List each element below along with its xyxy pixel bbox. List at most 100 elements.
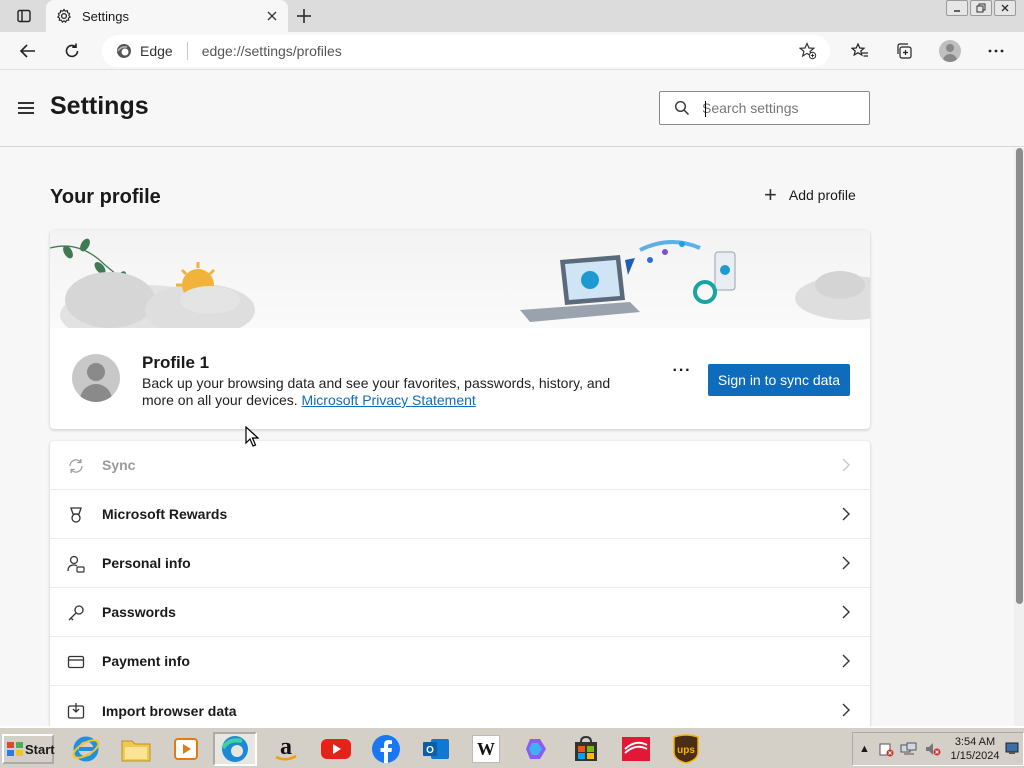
wikipedia-icon[interactable]: W bbox=[464, 732, 508, 766]
profile-button[interactable] bbox=[936, 37, 964, 65]
menu-hamburger-icon[interactable] bbox=[18, 99, 38, 115]
chevron-right-icon bbox=[838, 505, 854, 523]
start-button[interactable]: Start bbox=[2, 734, 55, 764]
tab-close-button[interactable] bbox=[260, 4, 284, 28]
text-caret bbox=[705, 101, 706, 117]
minimize-icon bbox=[954, 10, 960, 12]
clock-time: 3:54 AM bbox=[954, 736, 996, 748]
banner-art-icon bbox=[50, 238, 870, 345]
tray-network-icon[interactable] bbox=[900, 741, 918, 757]
profile-info: Profile 1 Back up your browsing data and… bbox=[50, 328, 870, 429]
list-item-label: Sync bbox=[102, 457, 136, 473]
close-window-button[interactable] bbox=[994, 0, 1016, 16]
add-icon: + bbox=[764, 182, 777, 207]
tab-settings[interactable]: Settings bbox=[46, 0, 288, 32]
browser-toolbar: Edge edge://settings/profiles bbox=[0, 32, 1024, 70]
chevron-right-icon bbox=[838, 554, 854, 572]
svg-text:a: a bbox=[280, 734, 292, 760]
tray-security-icon[interactable] bbox=[878, 741, 894, 757]
main-content: Your profile + Add profile Profile 1 Bac… bbox=[0, 148, 1014, 726]
clock[interactable]: 3:54 AM 1/15/2024 bbox=[945, 735, 1005, 763]
privacy-statement-link[interactable]: Microsoft Privacy Statement bbox=[302, 392, 476, 408]
window-controls bbox=[946, 0, 1016, 16]
profile-description: Back up your browsing data and see your … bbox=[142, 375, 632, 409]
chevron-right-icon bbox=[838, 652, 854, 670]
sign-in-sync-button[interactable]: Sign in to sync data bbox=[708, 364, 850, 396]
list-item-label: Microsoft Rewards bbox=[102, 506, 228, 522]
chevron-right-icon bbox=[838, 701, 854, 719]
plus-icon bbox=[297, 9, 311, 23]
youtube-icon[interactable] bbox=[314, 732, 358, 766]
microsoft-store-icon[interactable] bbox=[564, 732, 608, 766]
edge-taskbar-icon[interactable] bbox=[213, 732, 257, 766]
svg-text:O: O bbox=[426, 745, 434, 756]
windows-flag-icon bbox=[7, 742, 23, 756]
profile-settings-list: Sync Microsoft Rewards Personal info Pas… bbox=[50, 441, 870, 726]
profile-avatar-icon bbox=[939, 40, 961, 62]
section-heading: Your profile bbox=[50, 186, 161, 208]
taskbar: Start a O W ups ▲ 3:54 AM 1/15/2024 bbox=[0, 726, 1024, 768]
list-item-passwords[interactable]: Passwords bbox=[50, 588, 870, 637]
page-scrollbar[interactable] bbox=[1014, 148, 1024, 726]
search-settings-input[interactable] bbox=[702, 100, 852, 116]
close-window-icon bbox=[1001, 4, 1009, 12]
key-icon bbox=[66, 603, 86, 623]
add-favorite-button[interactable] bbox=[796, 39, 820, 63]
amazon-icon[interactable]: a bbox=[264, 732, 308, 766]
chevron-right-icon bbox=[838, 456, 854, 474]
copilot-icon[interactable] bbox=[514, 732, 558, 766]
facebook-icon[interactable] bbox=[364, 732, 408, 766]
tab-actions-icon bbox=[17, 9, 31, 23]
file-explorer-icon[interactable] bbox=[114, 732, 158, 766]
restore-button[interactable] bbox=[970, 0, 992, 16]
tab-strip: Settings bbox=[0, 0, 1024, 32]
profile-more-options-button[interactable]: ··· bbox=[670, 363, 694, 386]
refresh-button[interactable] bbox=[58, 37, 86, 65]
import-icon bbox=[66, 701, 86, 721]
list-item-payment-info[interactable]: Payment info bbox=[50, 637, 870, 686]
list-item-sync[interactable]: Sync bbox=[50, 441, 870, 490]
show-desktop-icon[interactable] bbox=[1005, 741, 1019, 755]
profile-avatar bbox=[72, 354, 120, 402]
profile-banner-illustration bbox=[50, 230, 870, 345]
gear-icon bbox=[56, 8, 72, 23]
omnibox-separator bbox=[186, 42, 188, 60]
profile-name: Profile 1 bbox=[142, 353, 210, 372]
add-profile-button[interactable]: + Add profile bbox=[764, 182, 856, 207]
search-settings-box[interactable] bbox=[659, 91, 870, 125]
bank-of-america-icon[interactable] bbox=[614, 732, 658, 766]
internet-explorer-icon[interactable] bbox=[64, 732, 108, 766]
new-tab-button[interactable] bbox=[292, 4, 316, 28]
restore-icon bbox=[976, 3, 986, 13]
list-item-import-browser-data[interactable]: Import browser data bbox=[50, 686, 870, 726]
collections-button[interactable] bbox=[890, 37, 918, 65]
ups-icon[interactable]: ups bbox=[664, 732, 708, 766]
address-bar[interactable]: Edge edge://settings/profiles bbox=[102, 35, 830, 67]
edge-logo-icon bbox=[117, 44, 131, 58]
list-item-label: Personal info bbox=[102, 555, 191, 571]
omnibox-edge-label: Edge bbox=[140, 43, 173, 59]
list-item-personal-info[interactable]: Personal info bbox=[50, 539, 870, 588]
more-horizontal-icon bbox=[988, 49, 1004, 53]
mouse-cursor-icon bbox=[245, 426, 259, 447]
media-player-icon[interactable] bbox=[164, 732, 208, 766]
list-item-label: Payment info bbox=[102, 653, 190, 669]
chevron-right-icon bbox=[838, 603, 854, 621]
outlook-icon[interactable]: O bbox=[414, 732, 458, 766]
settings-more-button[interactable] bbox=[982, 37, 1010, 65]
clock-date: 1/15/2024 bbox=[950, 750, 1000, 762]
collections-icon bbox=[897, 43, 912, 59]
back-button[interactable] bbox=[14, 37, 42, 65]
star-add-icon bbox=[799, 42, 817, 60]
tray-volume-muted-icon[interactable] bbox=[924, 741, 942, 757]
tray-expand-icon[interactable]: ▲ bbox=[859, 743, 870, 755]
favorites-button[interactable] bbox=[846, 37, 874, 65]
scrollbar-thumb[interactable] bbox=[1016, 148, 1023, 604]
list-item-microsoft-rewards[interactable]: Microsoft Rewards bbox=[50, 490, 870, 539]
tab-actions-button[interactable] bbox=[6, 4, 42, 28]
add-profile-label: Add profile bbox=[788, 187, 856, 203]
url-text[interactable]: edge://settings/profiles bbox=[202, 43, 342, 59]
minimize-button[interactable] bbox=[946, 0, 968, 16]
profile-card: Profile 1 Back up your browsing data and… bbox=[50, 230, 870, 429]
personal-info-icon bbox=[66, 554, 86, 574]
